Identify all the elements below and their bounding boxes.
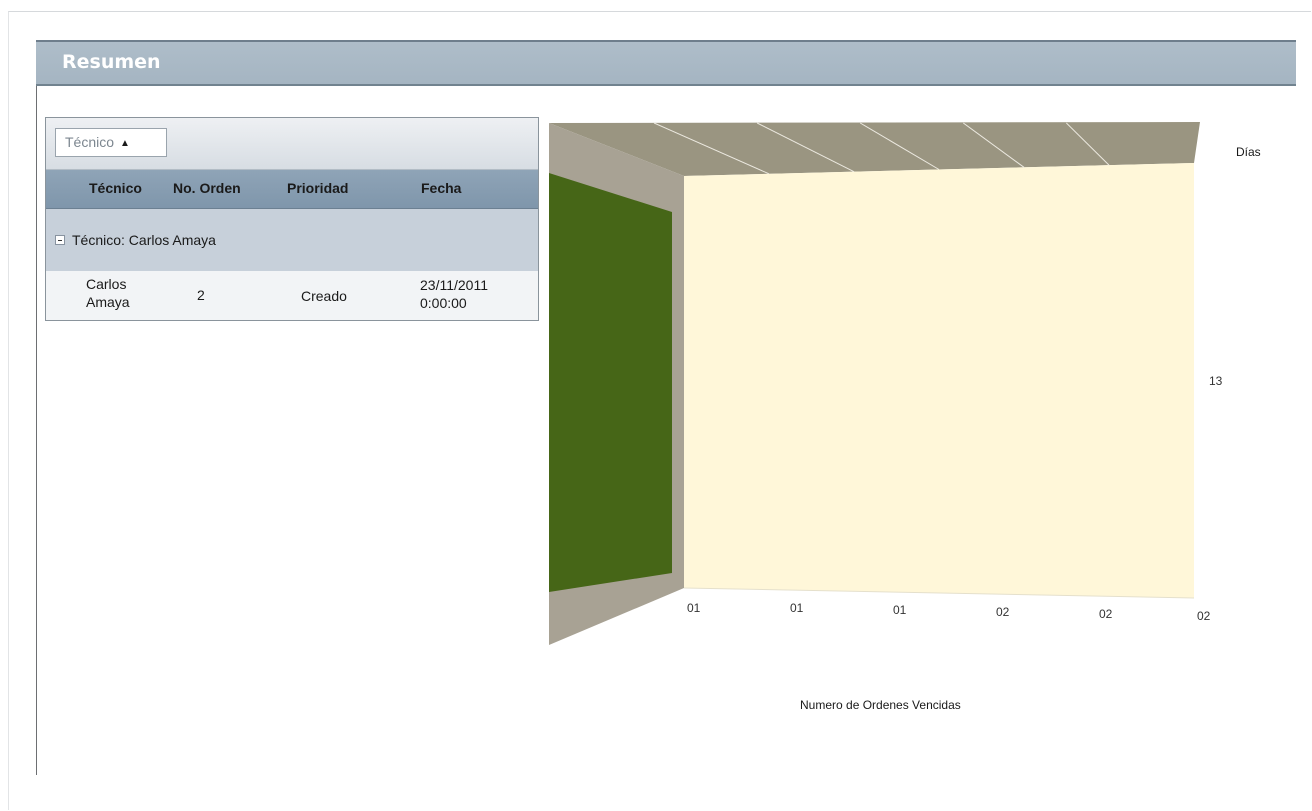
chart-x-tick-label: 02 [1197, 609, 1211, 623]
minus-box-icon[interactable] [55, 235, 65, 245]
chart-y-tick-label: 13 [1209, 374, 1223, 388]
column-header-tecnico[interactable]: Técnico [89, 180, 142, 196]
orders-grid: Técnico ▲ Técnico No. Orden Prioridad Fec… [45, 117, 539, 321]
grid-header: Técnico No. Orden Prioridad Fecha [46, 170, 538, 209]
panel-title: Resumen [62, 51, 161, 73]
overdue-orders-chart: 01 01 01 02 02 02 13 Días Numero de Ordenes Venc… [549, 118, 1311, 758]
group-chip-label: Técnico [65, 134, 115, 150]
chart-x-tick-label: 01 [893, 603, 907, 617]
cell-prioridad: Creado [301, 288, 347, 304]
cell-tecnico-line1: Carlos [86, 276, 127, 292]
group-row: Técnico: Carlos Amaya [46, 209, 538, 271]
chart-x-axis-label: Numero de Ordenes Vencidas [800, 698, 961, 712]
chart-x-tick-label: 01 [790, 601, 804, 615]
cell-fecha-line2: 0:00:00 [420, 295, 467, 311]
column-header-no-orden[interactable]: No. Orden [173, 180, 241, 196]
cell-fecha: 23/11/2011 0:00:00 [420, 276, 488, 312]
cell-fecha-line1: 23/11/2011 [420, 277, 488, 293]
panel-header: Resumen [36, 40, 1296, 86]
chart-bar-side [549, 173, 672, 592]
chart-y-axis-label: Días [1236, 145, 1261, 159]
chart-x-tick-label: 02 [996, 605, 1010, 619]
chart-back-wall [684, 163, 1194, 598]
triangle-up-icon[interactable]: ▲ [120, 138, 130, 149]
chart-x-tick-label: 01 [687, 601, 701, 615]
group-row-label: Técnico: Carlos Amaya [72, 232, 216, 248]
column-header-fecha[interactable]: Fecha [421, 180, 461, 196]
group-panel: Técnico ▲ [46, 118, 538, 170]
cell-tecnico-line2: Amaya [86, 294, 130, 310]
cell-no-orden: 2 [197, 287, 205, 303]
table-row[interactable]: Carlos Amaya 2 Creado 23/11/2011 0:00:00 [46, 271, 538, 320]
cell-tecnico: Carlos Amaya [86, 275, 130, 311]
chart-x-tick-label: 02 [1099, 607, 1113, 621]
group-by-chip[interactable]: Técnico ▲ [55, 128, 167, 157]
chart-svg: 01 01 01 02 02 02 13 Días Numero de Ordenes Venc… [549, 122, 1261, 712]
column-header-prioridad[interactable]: Prioridad [287, 180, 348, 196]
